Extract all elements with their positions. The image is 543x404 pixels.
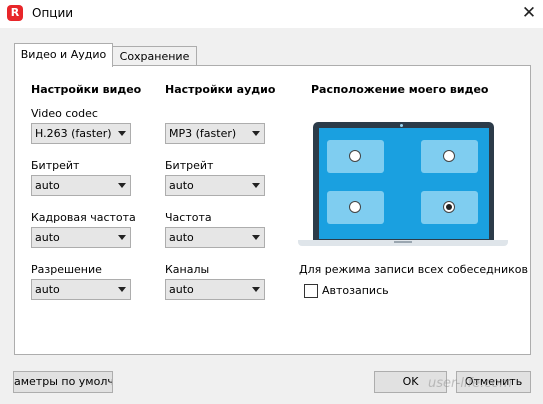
radio-top-left[interactable] [349, 150, 361, 162]
video-codec-label: Video codec [31, 107, 98, 120]
position-top-left[interactable] [327, 140, 384, 173]
video-bitrate-select[interactable]: auto [31, 175, 131, 196]
tab-video-audio[interactable]: Видео и Аудио [14, 43, 113, 67]
video-codec-value: H.263 (faster) [35, 127, 112, 140]
frequency-select[interactable]: auto [165, 227, 265, 248]
radio-bottom-left[interactable] [349, 201, 361, 213]
dropdown-arrow-icon [252, 131, 260, 136]
record-all-label: Для режима записи всех собеседников [299, 263, 528, 276]
dropdown-arrow-icon [252, 287, 260, 292]
resolution-select[interactable]: auto [31, 279, 131, 300]
autorecord-label: Автозапись [322, 284, 389, 297]
position-top-right[interactable] [421, 140, 478, 173]
position-bottom-left[interactable] [327, 191, 384, 224]
dropdown-arrow-icon [118, 287, 126, 292]
resolution-value: auto [35, 283, 60, 296]
defaults-button[interactable]: аметры по умолчан [13, 371, 113, 393]
webcam-dot [400, 124, 403, 127]
close-icon[interactable]: ✕ [520, 2, 538, 24]
autorecord-checkbox[interactable] [304, 284, 318, 298]
channels-label: Каналы [165, 263, 210, 276]
audio-bitrate-label: Битрейт [165, 159, 214, 172]
dropdown-arrow-icon [252, 235, 260, 240]
tab-saving[interactable]: Сохранение [112, 46, 197, 66]
watermark-text: user-life.com [428, 376, 513, 391]
video-settings-heading: Настройки видео [31, 83, 142, 96]
resolution-label: Разрешение [31, 263, 102, 276]
app-logo-letter: R [10, 6, 20, 19]
dropdown-arrow-icon [252, 183, 260, 188]
window-title: Опции [32, 6, 74, 20]
app-logo-icon: R [7, 5, 23, 21]
audio-codec-value: MP3 (faster) [169, 127, 237, 140]
video-bitrate-label: Битрейт [31, 159, 80, 172]
dropdown-arrow-icon [118, 183, 126, 188]
framerate-label: Кадровая частота [31, 211, 136, 224]
position-bottom-right[interactable] [421, 191, 478, 224]
channels-value: auto [169, 283, 194, 296]
title-bar: R Опции ✕ [0, 0, 543, 28]
radio-bottom-right[interactable] [443, 201, 455, 213]
frequency-value: auto [169, 231, 194, 244]
framerate-select[interactable]: auto [31, 227, 131, 248]
video-bitrate-value: auto [35, 179, 60, 192]
audio-settings-heading: Настройки аудио [165, 83, 276, 96]
video-codec-select[interactable]: H.263 (faster) [31, 123, 131, 144]
audio-bitrate-select[interactable]: auto [165, 175, 265, 196]
radio-top-right[interactable] [443, 150, 455, 162]
laptop-notch [394, 241, 412, 243]
frequency-label: Частота [165, 211, 212, 224]
dropdown-arrow-icon [118, 235, 126, 240]
video-position-heading: Расположение моего видео [311, 83, 489, 96]
channels-select[interactable]: auto [165, 279, 265, 300]
framerate-value: auto [35, 231, 60, 244]
audio-bitrate-value: auto [169, 179, 194, 192]
dropdown-arrow-icon [118, 131, 126, 136]
audio-codec-select[interactable]: MP3 (faster) [165, 123, 265, 144]
